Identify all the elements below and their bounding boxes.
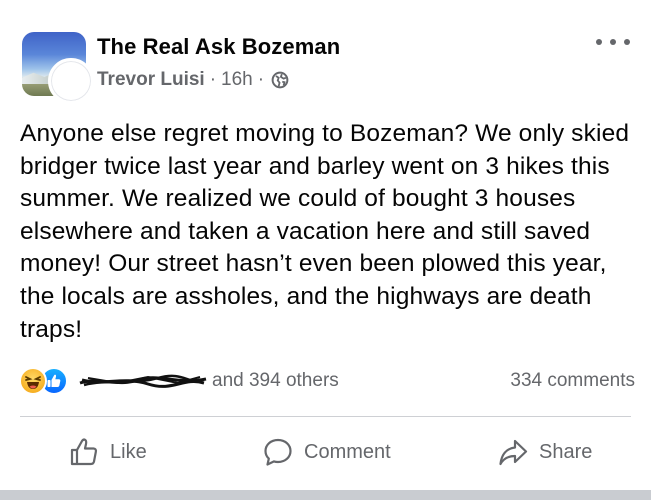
haha-reaction-icon: [19, 367, 47, 395]
like-label: Like: [110, 440, 147, 463]
comment-button[interactable]: Comment: [262, 432, 391, 472]
menu-dot: [624, 39, 630, 45]
post-timestamp[interactable]: 16h: [221, 69, 253, 91]
facebook-post: The Real Ask Bozeman Trevor Luisi · 16h …: [0, 0, 651, 500]
comment-bubble-icon: [264, 438, 292, 466]
more-horizontal-icon[interactable]: [596, 30, 630, 54]
group-name-link[interactable]: The Real Ask Bozeman: [97, 34, 340, 60]
feed-separator: [0, 490, 651, 500]
share-arrow-icon: [499, 439, 528, 466]
thumbs-up-icon: [70, 438, 98, 466]
share-label: Share: [539, 440, 593, 463]
comments-count-link[interactable]: 334 comments: [510, 370, 635, 392]
divider: [20, 416, 631, 417]
post-meta: Trevor Luisi · 16h ·: [97, 69, 289, 91]
author-name-link[interactable]: Trevor Luisi: [97, 69, 205, 91]
meta-separator: ·: [209, 69, 217, 90]
globe-icon[interactable]: [271, 71, 289, 89]
meta-separator: ·: [257, 69, 265, 90]
like-button[interactable]: Like: [68, 432, 147, 472]
reactions-summary[interactable]: and 394 others: [19, 367, 339, 395]
comment-label: Comment: [304, 440, 391, 463]
author-avatar[interactable]: [48, 58, 94, 104]
post-avatars[interactable]: [22, 32, 94, 104]
menu-dot: [596, 39, 602, 45]
redaction-scribble: [79, 374, 207, 388]
others-count: and 394 others: [212, 370, 339, 391]
post-body: Anyone else regret moving to Bozeman? We…: [20, 120, 630, 343]
share-button[interactable]: Share: [497, 432, 592, 472]
reactors-text[interactable]: and 394 others: [78, 370, 339, 392]
menu-dot: [610, 39, 616, 45]
